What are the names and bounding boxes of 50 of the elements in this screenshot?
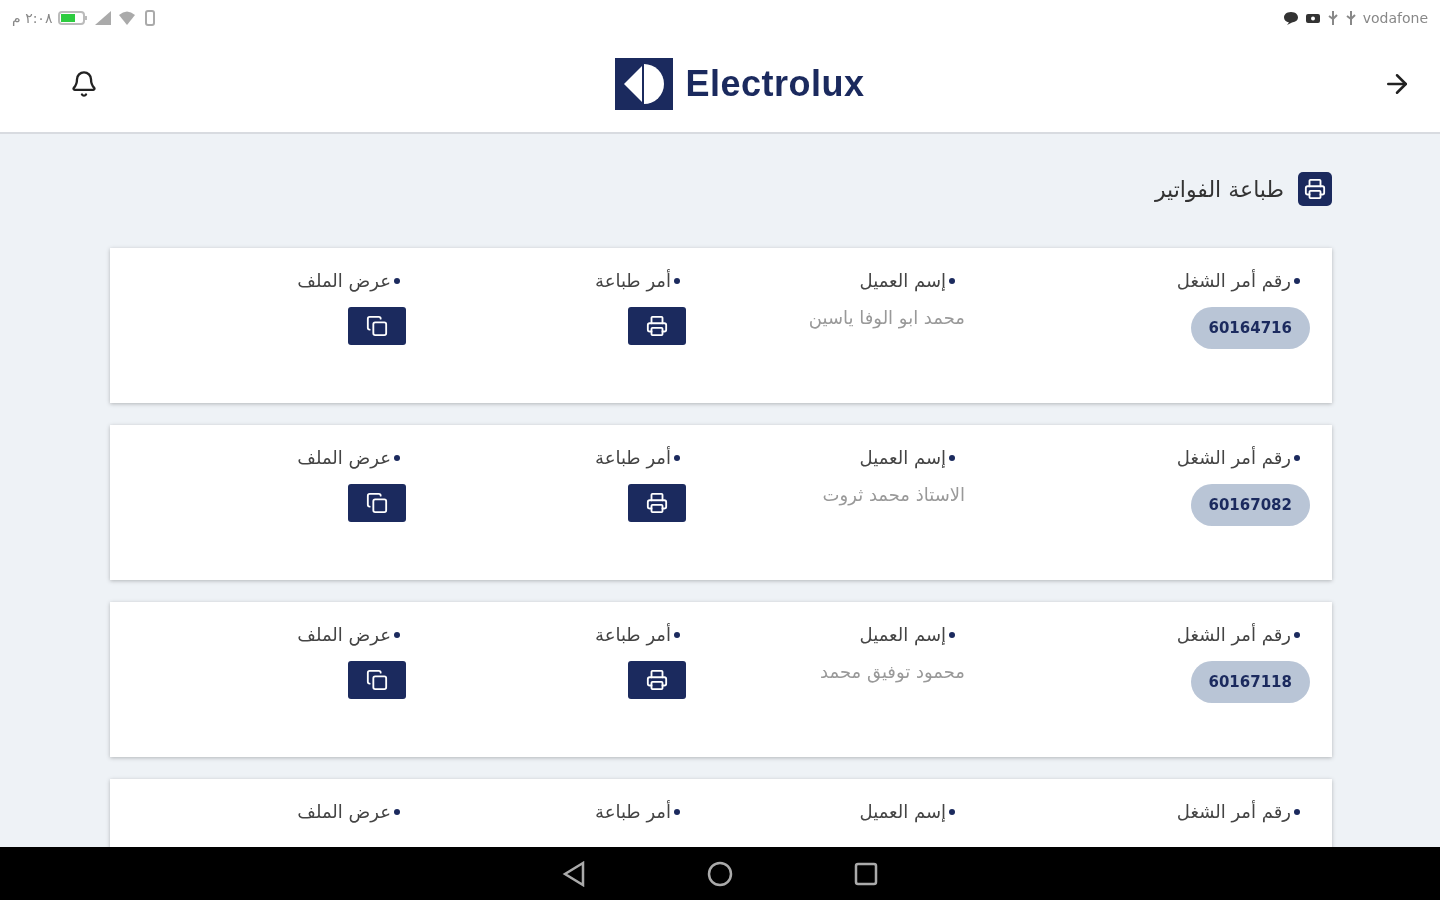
field-label: عرض الملف bbox=[297, 801, 400, 822]
order-number-badge: 60164716 bbox=[1190, 307, 1310, 349]
order-number-badge: 60167118 bbox=[1190, 661, 1310, 703]
field-label: رقم أمر الشغل bbox=[1176, 624, 1300, 645]
printer-icon bbox=[646, 492, 668, 514]
field-label: أمر طباعة bbox=[595, 801, 680, 822]
bell-icon[interactable] bbox=[70, 70, 98, 98]
recents-icon bbox=[854, 861, 878, 886]
signal-icon bbox=[94, 10, 113, 26]
status-time: ٢:٠٨ م bbox=[12, 10, 53, 26]
page-title: طباعة الفواتير bbox=[1154, 176, 1284, 202]
copy-icon bbox=[366, 492, 388, 514]
field-label: أمر طباعة bbox=[595, 624, 680, 645]
carrier-name: vodafone bbox=[1362, 10, 1428, 26]
customer-name: محمد ابو الوفا ياسين bbox=[808, 307, 965, 328]
usb-icon bbox=[1326, 10, 1339, 26]
logo-text: Electrolux bbox=[685, 63, 865, 105]
usb-icon bbox=[1344, 10, 1357, 26]
view-file-button[interactable] bbox=[348, 484, 406, 522]
home-icon bbox=[706, 859, 734, 888]
print-button[interactable] bbox=[628, 661, 686, 699]
print-button[interactable] bbox=[628, 484, 686, 522]
logo-icon bbox=[615, 58, 674, 110]
field-label: رقم أمر الشغل bbox=[1176, 447, 1300, 468]
customer-name: محمود توفيق محمد bbox=[820, 661, 965, 682]
back-icon bbox=[562, 860, 586, 887]
view-file-button[interactable] bbox=[348, 307, 406, 345]
field-label: رقم أمر الشغل bbox=[1176, 801, 1300, 822]
printer-icon bbox=[646, 669, 668, 691]
order-number-badge: 60167082 bbox=[1190, 484, 1310, 526]
customer-name: الاستاذ محمد ثروت bbox=[822, 484, 965, 505]
view-file-button[interactable] bbox=[348, 661, 406, 699]
chat-icon bbox=[1282, 10, 1299, 26]
printer-icon bbox=[646, 315, 668, 337]
field-label: إسم العميل bbox=[859, 624, 955, 645]
printer-icon bbox=[1298, 172, 1332, 206]
field-label: أمر طباعة bbox=[595, 447, 680, 468]
field-label: عرض الملف bbox=[297, 447, 400, 468]
field-label: إسم العميل bbox=[859, 801, 955, 822]
field-label: رقم أمر الشغل bbox=[1176, 270, 1300, 291]
wifi-icon bbox=[118, 10, 137, 26]
field-label: إسم العميل bbox=[859, 447, 955, 468]
copy-icon bbox=[366, 669, 388, 691]
field-label: عرض الملف bbox=[297, 270, 400, 291]
copy-icon bbox=[366, 315, 388, 337]
battery-icon bbox=[58, 10, 89, 26]
field-label: إسم العميل bbox=[859, 270, 955, 291]
print-button[interactable] bbox=[628, 307, 686, 345]
field-label: أمر طباعة bbox=[595, 270, 680, 291]
field-label: عرض الملف bbox=[297, 624, 400, 645]
